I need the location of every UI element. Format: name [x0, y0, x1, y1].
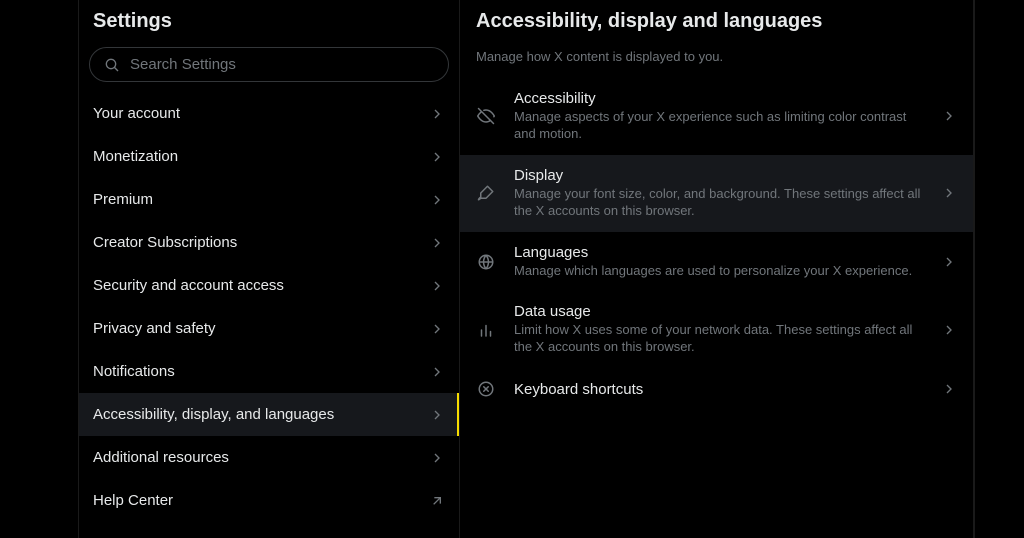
chevron-right-icon	[429, 106, 445, 122]
chevron-right-icon	[941, 322, 957, 338]
chevron-right-icon	[429, 278, 445, 294]
nav-item-label: Accessibility, display, and languages	[93, 406, 334, 423]
detail-item-data-usage[interactable]: Data usage Limit how X uses some of your …	[460, 291, 973, 368]
chevron-right-icon	[429, 450, 445, 466]
nav-item-security-and-account-access[interactable]: Security and account access	[79, 264, 459, 307]
nav-item-creator-subscriptions[interactable]: Creator Subscriptions	[79, 221, 459, 264]
nav-item-your-account[interactable]: Your account	[79, 92, 459, 135]
detail-item-desc: Manage which languages are used to perso…	[514, 263, 923, 280]
detail-item-languages[interactable]: Languages Manage which languages are used…	[460, 232, 973, 292]
detail-item-body: Data usage Limit how X uses some of your …	[514, 303, 923, 356]
nav-item-label: Additional resources	[93, 449, 229, 466]
chevron-right-icon	[429, 321, 445, 337]
brush-icon	[476, 184, 496, 202]
globe-icon	[476, 253, 496, 271]
chevron-right-icon	[941, 381, 957, 397]
chevron-right-icon	[941, 185, 957, 201]
nav-item-accessibility-display-and-languages[interactable]: Accessibility, display, and languages	[79, 393, 459, 436]
bars-icon	[476, 321, 496, 339]
nav-item-privacy-and-safety[interactable]: Privacy and safety	[79, 307, 459, 350]
search-settings[interactable]	[89, 47, 449, 82]
eye-off-icon	[476, 107, 496, 125]
gutter-left	[0, 0, 78, 538]
detail-item-accessibility[interactable]: Accessibility Manage aspects of your X ex…	[460, 78, 973, 155]
detail-item-desc: Manage aspects of your X experience such…	[514, 109, 923, 143]
nav-item-additional-resources[interactable]: Additional resources	[79, 436, 459, 479]
detail-item-title: Keyboard shortcuts	[514, 381, 923, 398]
detail-item-body: Display Manage your font size, color, and…	[514, 167, 923, 220]
nav-item-monetization[interactable]: Monetization	[79, 135, 459, 178]
nav-item-label: Help Center	[93, 492, 173, 509]
detail-title: Accessibility, display and languages	[460, 6, 973, 43]
detail-item-body: Accessibility Manage aspects of your X ex…	[514, 90, 923, 143]
nav-item-label: Security and account access	[93, 277, 284, 294]
nav-item-notifications[interactable]: Notifications	[79, 350, 459, 393]
gutter-right	[974, 0, 1024, 538]
search-icon	[104, 57, 120, 73]
chevron-right-icon	[429, 192, 445, 208]
nav-item-premium[interactable]: Premium	[79, 178, 459, 221]
nav-item-label: Notifications	[93, 363, 175, 380]
chevron-right-icon	[429, 235, 445, 251]
chevron-right-icon	[941, 254, 957, 270]
detail-item-desc: Manage your font size, color, and backgr…	[514, 186, 923, 220]
detail-item-display[interactable]: Display Manage your font size, color, and…	[460, 155, 973, 232]
detail-item-title: Data usage	[514, 303, 923, 320]
settings-nav-column: Settings Your account Monetization Premium…	[78, 0, 460, 538]
settings-title: Settings	[79, 6, 459, 47]
detail-item-title: Languages	[514, 244, 923, 261]
nav-item-label: Your account	[93, 105, 180, 122]
settings-detail-column: Accessibility, display and languages Man…	[460, 0, 974, 538]
arrow-up-right-icon	[429, 493, 445, 509]
circle-x-icon	[476, 380, 496, 398]
nav-item-label: Privacy and safety	[93, 320, 216, 337]
search-input[interactable]	[130, 56, 434, 73]
chevron-right-icon	[429, 364, 445, 380]
nav-item-label: Monetization	[93, 148, 178, 165]
chevron-right-icon	[429, 407, 445, 423]
chevron-right-icon	[429, 149, 445, 165]
nav-item-label: Creator Subscriptions	[93, 234, 237, 251]
chevron-right-icon	[941, 108, 957, 124]
detail-item-body: Keyboard shortcuts	[514, 381, 923, 398]
detail-item-title: Display	[514, 167, 923, 184]
detail-item-body: Languages Manage which languages are used…	[514, 244, 923, 280]
detail-item-keyboard-shortcuts[interactable]: Keyboard shortcuts	[460, 368, 973, 410]
detail-subtitle: Manage how X content is displayed to you…	[460, 43, 973, 78]
nav-item-label: Premium	[93, 191, 153, 208]
nav-item-help-center[interactable]: Help Center	[79, 479, 459, 522]
detail-item-desc: Limit how X uses some of your network da…	[514, 322, 923, 356]
detail-item-title: Accessibility	[514, 90, 923, 107]
